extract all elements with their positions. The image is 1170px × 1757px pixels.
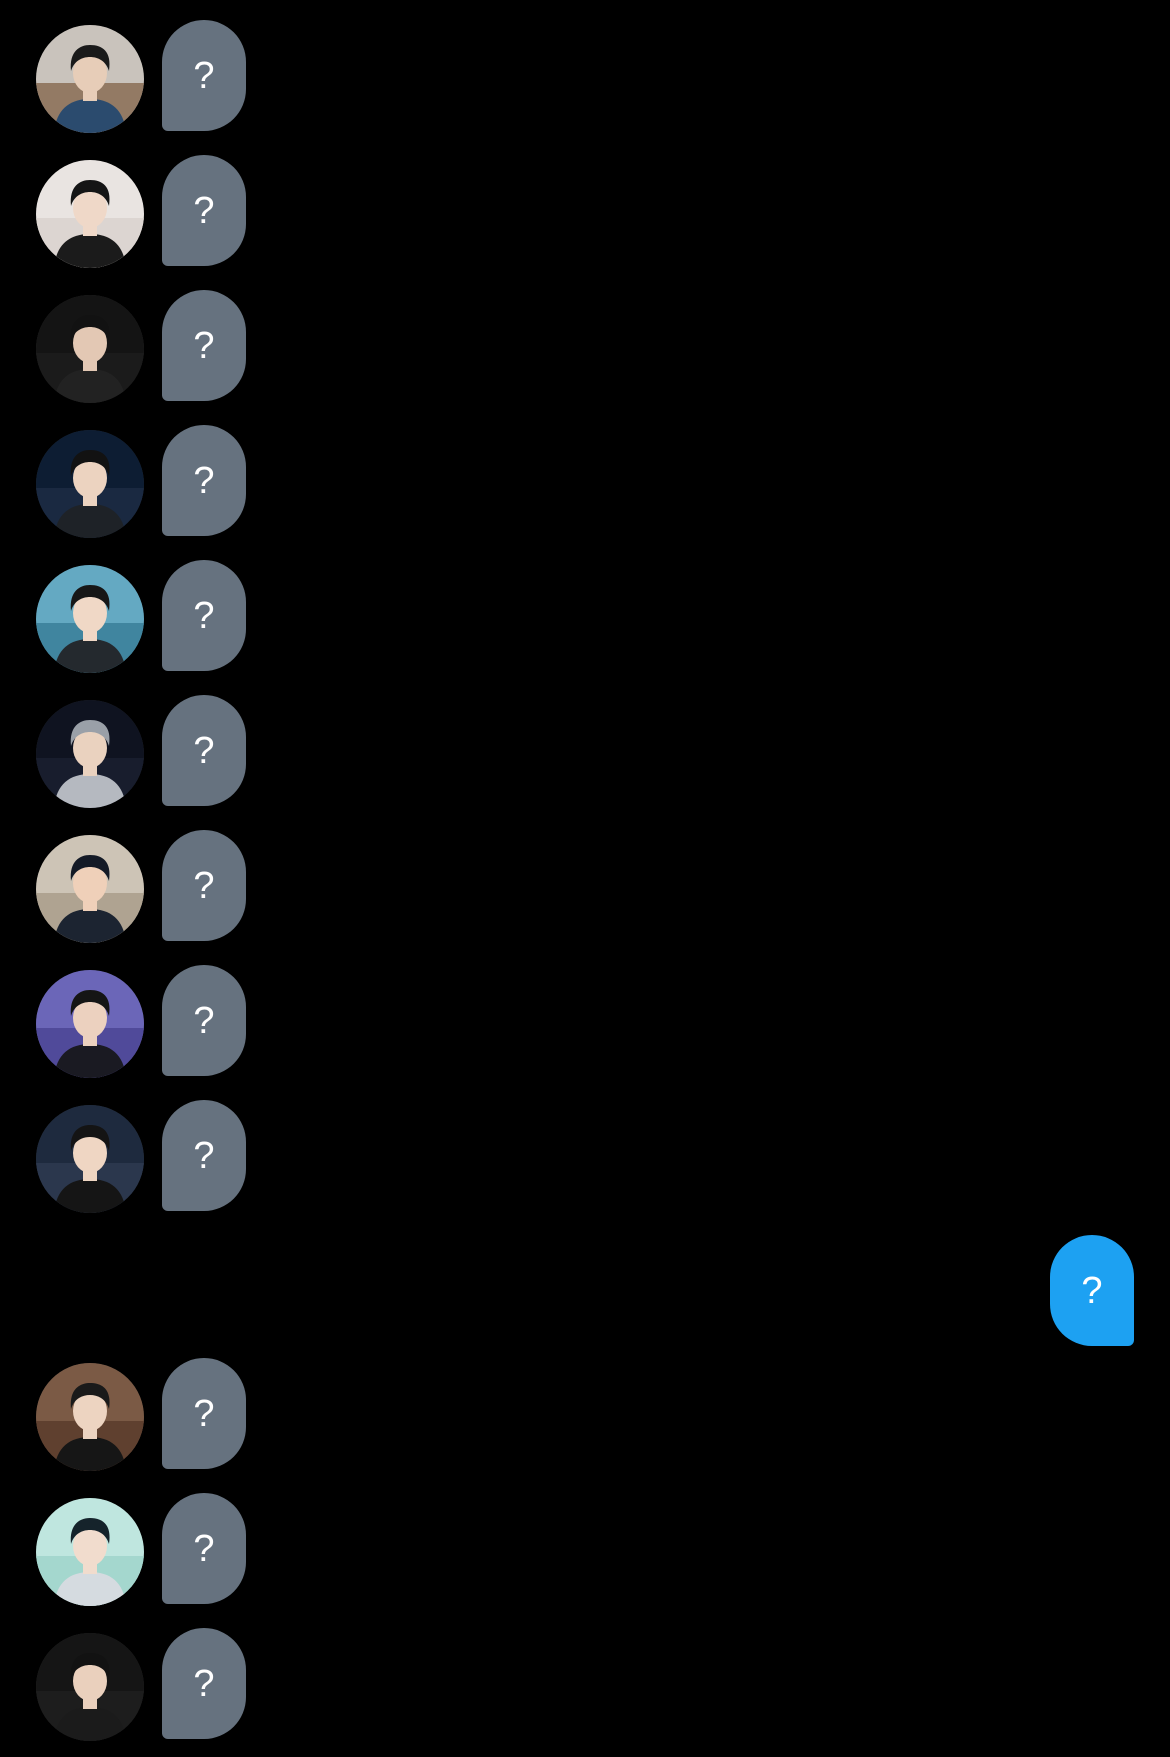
- message-row: ?: [0, 1493, 1170, 1606]
- avatar-photo: [36, 1498, 144, 1606]
- message-row: ?: [0, 560, 1170, 673]
- avatar[interactable]: [36, 835, 144, 943]
- avatar[interactable]: [36, 1633, 144, 1741]
- message-row: ?: [0, 155, 1170, 268]
- message-row-outgoing: ?: [0, 1235, 1170, 1346]
- avatar[interactable]: [36, 565, 144, 673]
- avatar[interactable]: [36, 295, 144, 403]
- avatar-photo: [36, 565, 144, 673]
- message-row: ?: [0, 20, 1170, 133]
- avatar-photo: [36, 1363, 144, 1471]
- avatar[interactable]: [36, 700, 144, 808]
- avatar-photo: [36, 1633, 144, 1741]
- avatar[interactable]: [36, 1363, 144, 1471]
- message-row: ?: [0, 1358, 1170, 1471]
- avatar[interactable]: [36, 430, 144, 538]
- message-bubble[interactable]: ?: [162, 1100, 246, 1211]
- avatar-photo: [36, 835, 144, 943]
- chat-thread: ? ? ? ? ? ? ? ? ? ? ? ? ?: [0, 0, 1170, 1757]
- message-bubble[interactable]: ?: [162, 830, 246, 941]
- message-bubble[interactable]: ?: [162, 290, 246, 401]
- message-bubble[interactable]: ?: [162, 155, 246, 266]
- avatar-photo: [36, 700, 144, 808]
- message-bubble[interactable]: ?: [162, 1628, 246, 1739]
- avatar[interactable]: [36, 160, 144, 268]
- avatar[interactable]: [36, 1105, 144, 1213]
- message-bubble-outgoing[interactable]: ?: [1050, 1235, 1134, 1346]
- message-row: ?: [0, 290, 1170, 403]
- avatar[interactable]: [36, 970, 144, 1078]
- avatar-photo: [36, 970, 144, 1078]
- avatar-photo: [36, 295, 144, 403]
- message-bubble[interactable]: ?: [162, 1493, 246, 1604]
- avatar[interactable]: [36, 25, 144, 133]
- message-row: ?: [0, 965, 1170, 1078]
- message-bubble[interactable]: ?: [162, 20, 246, 131]
- avatar-photo: [36, 430, 144, 538]
- message-row: ?: [0, 425, 1170, 538]
- message-bubble[interactable]: ?: [162, 560, 246, 671]
- message-row: ?: [0, 695, 1170, 808]
- message-row: ?: [0, 830, 1170, 943]
- message-bubble[interactable]: ?: [162, 965, 246, 1076]
- message-row: ?: [0, 1628, 1170, 1741]
- avatar-photo: [36, 25, 144, 133]
- avatar-photo: [36, 160, 144, 268]
- message-bubble[interactable]: ?: [162, 1358, 246, 1469]
- message-row: ?: [0, 1100, 1170, 1213]
- avatar[interactable]: [36, 1498, 144, 1606]
- message-bubble[interactable]: ?: [162, 695, 246, 806]
- avatar-photo: [36, 1105, 144, 1213]
- message-bubble[interactable]: ?: [162, 425, 246, 536]
